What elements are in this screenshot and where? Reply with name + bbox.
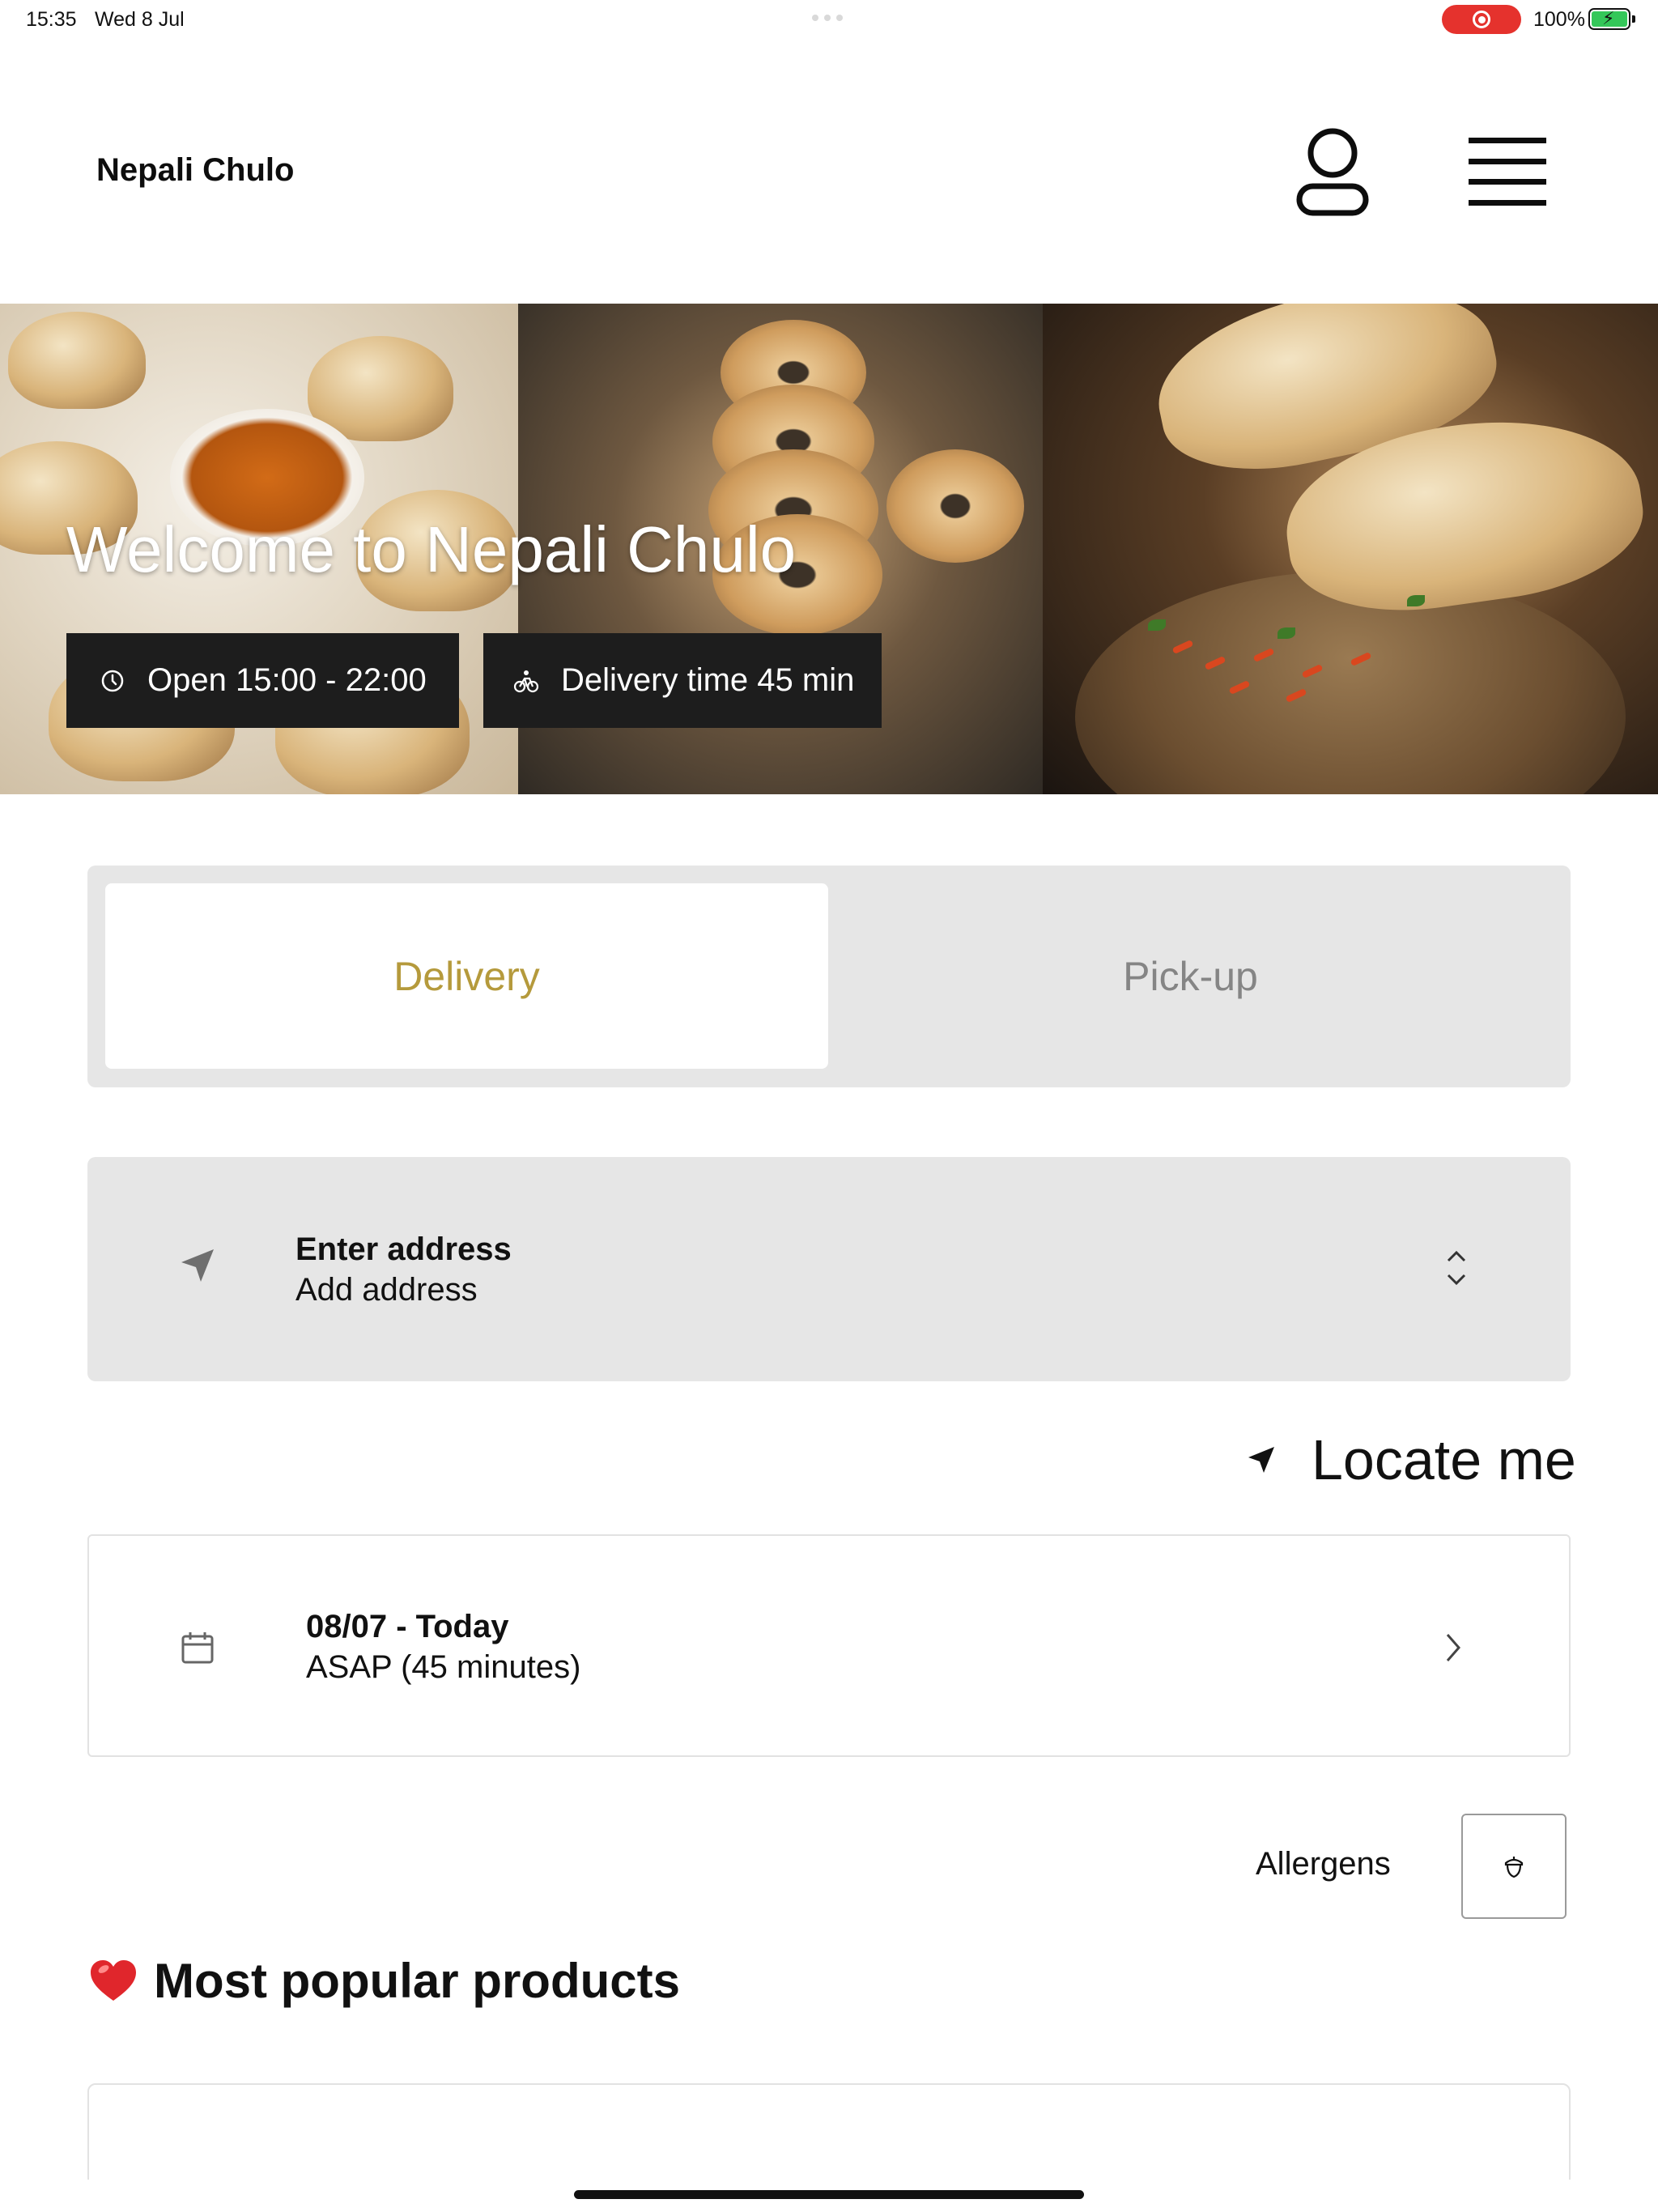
brand-name[interactable]: Nepali Chulo xyxy=(96,152,294,189)
opening-hours-badge: Open 15:00 - 22:00 xyxy=(66,633,459,728)
hero-banner: Welcome to Nepali Chulo Open 15:00 - 22:… xyxy=(0,304,1658,794)
schedule-date: 08/07 - Today xyxy=(306,1609,509,1644)
address-selector[interactable]: Enter address Add address xyxy=(87,1157,1571,1381)
delivery-time-text: Delivery time 45 min xyxy=(561,662,855,698)
home-indicator[interactable] xyxy=(574,2190,1084,2199)
status-time: 15:35 xyxy=(26,8,77,31)
bike-icon xyxy=(512,667,540,695)
profile-button[interactable] xyxy=(1292,125,1373,219)
tab-pickup[interactable]: Pick-up xyxy=(828,883,1553,1069)
person-icon xyxy=(1296,128,1369,216)
chevron-up-down-icon xyxy=(1447,1250,1466,1286)
address-title: Enter address xyxy=(295,1231,512,1267)
clock-icon xyxy=(99,667,126,695)
battery-percentage: 100% xyxy=(1533,8,1585,31)
location-arrow-icon xyxy=(1248,1447,1274,1473)
calendar-icon xyxy=(181,1632,214,1664)
schedule-time: ASAP (45 minutes) xyxy=(306,1649,581,1685)
popular-products-title: Most popular products xyxy=(154,1954,680,2008)
navigation-arrow-icon xyxy=(181,1249,214,1282)
popular-products-heading: Most popular products xyxy=(89,1953,680,2009)
screen-recording-icon[interactable] xyxy=(1442,5,1521,34)
battery-icon: ⚡ xyxy=(1588,8,1635,30)
locate-me-button[interactable]: Locate me xyxy=(1245,1427,1576,1492)
dumpling-steamer-image xyxy=(1043,304,1658,794)
opening-hours-text: Open 15:00 - 22:00 xyxy=(147,662,427,698)
hamburger-icon xyxy=(1469,138,1546,206)
hero-title: Welcome to Nepali Chulo xyxy=(66,513,797,585)
menu-button[interactable] xyxy=(1467,136,1548,207)
tab-delivery[interactable]: Delivery xyxy=(105,883,828,1069)
status-date: Wed 8 Jul xyxy=(95,8,185,31)
allergens-button[interactable] xyxy=(1461,1814,1567,1919)
status-bar: 15:35 Wed 8 Jul 100% ⚡ xyxy=(0,0,1658,39)
locate-me-label: Locate me xyxy=(1312,1428,1576,1491)
allergens-label: Allergens xyxy=(1256,1846,1391,1882)
address-subtitle: Add address xyxy=(295,1272,478,1308)
multitasking-dots-icon[interactable] xyxy=(812,15,848,21)
chevron-right-icon xyxy=(1446,1634,1460,1661)
acorn-icon xyxy=(1504,1857,1524,1878)
delivery-time-badge: Delivery time 45 min xyxy=(483,633,882,728)
delivery-time-selector[interactable]: 08/07 - Today ASAP (45 minutes) xyxy=(87,1534,1571,1757)
heart-icon xyxy=(91,1959,136,2001)
fulfillment-toggle: Delivery Pick-up xyxy=(87,866,1571,1087)
